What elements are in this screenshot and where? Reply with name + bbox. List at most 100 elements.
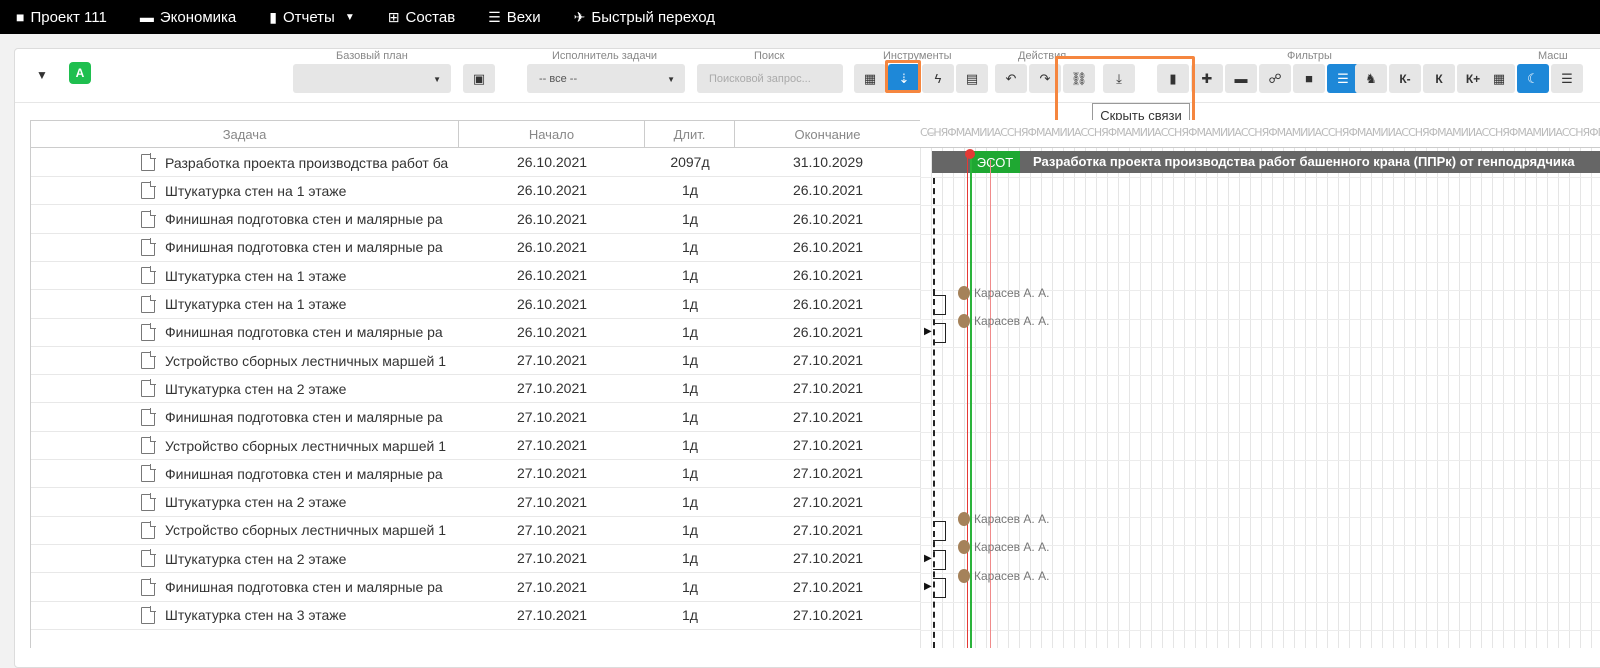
zoom-out-button[interactable]: К- — [1389, 64, 1421, 93]
duration-cell[interactable]: 1д — [645, 291, 735, 318]
task-cell[interactable]: Финишная подготовка стен и малярные ра — [31, 574, 459, 601]
filter-briefcase-button[interactable]: ▮ — [1157, 64, 1189, 93]
table-row[interactable]: Штукатурка стен на 1 этаже 26.10.2021 1д 26… — [31, 177, 921, 206]
duration-cell[interactable]: 1д — [645, 375, 735, 402]
header-start[interactable]: Начало — [459, 121, 645, 147]
start-cell[interactable]: 27.10.2021 — [459, 602, 645, 629]
end-cell[interactable]: 27.10.2021 — [735, 574, 921, 601]
esot-milestone[interactable]: ЭСОТ — [970, 151, 1020, 173]
table-row[interactable]: Финишная подготовка стен и малярные ра 27… — [31, 574, 921, 602]
task-cell[interactable]: Разработка проекта производства работ ба — [31, 149, 459, 176]
start-cell[interactable]: 26.10.2021 — [459, 291, 645, 318]
duration-cell[interactable]: 2097д — [645, 149, 735, 176]
assignee-label[interactable]: Карасев А. А. — [958, 512, 1049, 526]
scale-calendar-button[interactable]: ▦ — [1483, 64, 1515, 93]
start-cell[interactable]: 26.10.2021 — [459, 149, 645, 176]
assignee-label[interactable]: Карасев А. А. — [958, 286, 1049, 300]
end-cell[interactable]: 27.10.2021 — [735, 460, 921, 487]
task-cell[interactable]: Штукатурка стен на 2 этаже — [31, 375, 459, 402]
end-cell[interactable]: 26.10.2021 — [735, 291, 921, 318]
duration-cell[interactable]: 1д — [645, 347, 735, 374]
nav-milestones[interactable]: ☰ Вехи — [488, 9, 540, 26]
undo-button[interactable]: ↶ — [995, 64, 1027, 93]
duration-cell[interactable]: 1д — [645, 404, 735, 431]
nav-quick-jump[interactable]: ✈ Быстрый переход — [574, 9, 715, 26]
task-cell[interactable]: Штукатурка стен на 1 этаже — [31, 262, 459, 289]
table-row[interactable]: Финишная подготовка стен и малярные ра 26… — [31, 319, 921, 347]
filter-group-button[interactable]: ☍ — [1259, 64, 1291, 93]
start-cell[interactable]: 26.10.2021 — [459, 262, 645, 289]
table-row[interactable]: Штукатурка стен на 2 этаже 27.10.2021 1д 27… — [31, 489, 921, 517]
start-cell[interactable]: 27.10.2021 — [459, 404, 645, 431]
end-cell[interactable]: 31.10.2029 — [735, 149, 921, 176]
night-mode-button[interactable]: ☾ — [1517, 64, 1549, 93]
task-cell[interactable]: Штукатурка стен на 1 этаже — [31, 177, 459, 204]
duration-cell[interactable]: 1д — [645, 234, 735, 261]
start-cell[interactable]: 27.10.2021 — [459, 545, 645, 572]
assignee-label[interactable]: Карасев А. А. — [958, 569, 1049, 583]
table-row[interactable]: Финишная подготовка стен и малярные ра 26… — [31, 234, 921, 262]
duration-cell[interactable]: 1д — [645, 319, 735, 346]
task-cell[interactable]: Устройство сборных лестничных маршей 1 — [31, 347, 459, 374]
task-cell[interactable]: Штукатурка стен на 1 этаже — [31, 291, 459, 318]
start-cell[interactable]: 26.10.2021 — [459, 177, 645, 204]
end-cell[interactable]: 27.10.2021 — [735, 375, 921, 402]
end-cell[interactable]: 26.10.2021 — [735, 262, 921, 289]
table-row[interactable]: Штукатурка стен на 2 этаже 27.10.2021 1д 27… — [31, 375, 921, 404]
nav-composition[interactable]: ⊞ Состав — [388, 9, 455, 26]
start-cell[interactable]: 27.10.2021 — [459, 489, 645, 516]
table-row[interactable]: Штукатурка стен на 1 этаже 26.10.2021 1д 26… — [31, 291, 921, 319]
start-cell[interactable]: 26.10.2021 — [459, 234, 645, 261]
end-cell[interactable]: 26.10.2021 — [735, 234, 921, 261]
duration-cell[interactable]: 1д — [645, 574, 735, 601]
end-cell[interactable]: 27.10.2021 — [735, 489, 921, 516]
end-cell[interactable]: 27.10.2021 — [735, 517, 921, 544]
task-cell[interactable]: Финишная подготовка стен и малярные ра — [31, 234, 459, 261]
task-cell[interactable]: Финишная подготовка стен и малярные ра — [31, 460, 459, 487]
list-view-button[interactable]: ☰ — [1551, 64, 1583, 93]
start-cell[interactable]: 27.10.2021 — [459, 347, 645, 374]
duration-cell[interactable]: 1д — [645, 545, 735, 572]
task-cell[interactable]: Финишная подготовка стен и малярные ра — [31, 319, 459, 346]
duration-cell[interactable]: 1д — [645, 177, 735, 204]
table-row[interactable]: Устройство сборных лестничных маршей 1 27… — [31, 432, 921, 460]
redo-button[interactable]: ↷ — [1029, 64, 1061, 93]
task-cell[interactable]: Устройство сборных лестничных маршей 1 — [31, 432, 459, 459]
hide-links-button[interactable]: ⛓ — [1063, 64, 1095, 93]
end-cell[interactable]: 27.10.2021 — [735, 602, 921, 629]
table-row[interactable]: Финишная подготовка стен и малярные ра 27… — [31, 460, 921, 489]
baseline-select[interactable]: ▼ — [293, 64, 451, 93]
nav-economics[interactable]: ▬ Экономика — [140, 9, 236, 26]
header-duration[interactable]: Длит. — [645, 121, 735, 147]
table-row[interactable]: Устройство сборных лестничных маршей 1 27… — [31, 347, 921, 376]
table-row[interactable]: Финишная подготовка стен и малярные ра 26… — [31, 206, 921, 234]
critical-path-button[interactable]: ϟ — [922, 64, 954, 93]
start-cell[interactable]: 27.10.2021 — [459, 432, 645, 459]
task-cell[interactable]: Финишная подготовка стен и малярные ра — [31, 404, 459, 431]
filter-book-button[interactable]: ▬ — [1225, 64, 1257, 93]
end-cell[interactable]: 27.10.2021 — [735, 404, 921, 431]
nav-project[interactable]: ■ Проект 111 — [16, 9, 107, 26]
start-cell[interactable]: 27.10.2021 — [459, 517, 645, 544]
search-input[interactable]: Поисковой запрос... — [697, 64, 843, 93]
assignee-label[interactable]: Карасев А. А. — [958, 540, 1049, 554]
start-cell[interactable]: 27.10.2021 — [459, 574, 645, 601]
table-row[interactable]: Штукатурка стен на 3 этаже 27.10.2021 1д 27… — [31, 602, 921, 630]
task-cell[interactable]: Штукатурка стен на 2 этаже — [31, 489, 459, 516]
save-baseline-button[interactable]: ▣ — [463, 64, 495, 93]
table-row[interactable]: Финишная подготовка стен и малярные ра 27… — [31, 404, 921, 432]
end-cell[interactable]: 26.10.2021 — [735, 206, 921, 233]
table-row[interactable]: Устройство сборных лестничных маршей 1 27… — [31, 517, 921, 545]
header-end[interactable]: Окончание — [735, 121, 921, 147]
task-cell[interactable]: Штукатурка стен на 2 этаже — [31, 545, 459, 572]
start-cell[interactable]: 27.10.2021 — [459, 375, 645, 402]
header-task[interactable]: Задача — [31, 121, 459, 147]
document-button[interactable]: ▤ — [956, 64, 988, 93]
task-cell[interactable]: Финишная подготовка стен и малярные ра — [31, 206, 459, 233]
zoom-reset-button[interactable]: К — [1423, 64, 1455, 93]
duration-cell[interactable]: 1д — [645, 489, 735, 516]
duration-cell[interactable]: 1д — [645, 460, 735, 487]
assignee-select[interactable]: -- все -- ▼ — [527, 64, 685, 93]
start-cell[interactable]: 26.10.2021 — [459, 206, 645, 233]
project-badge[interactable]: A — [69, 62, 91, 84]
